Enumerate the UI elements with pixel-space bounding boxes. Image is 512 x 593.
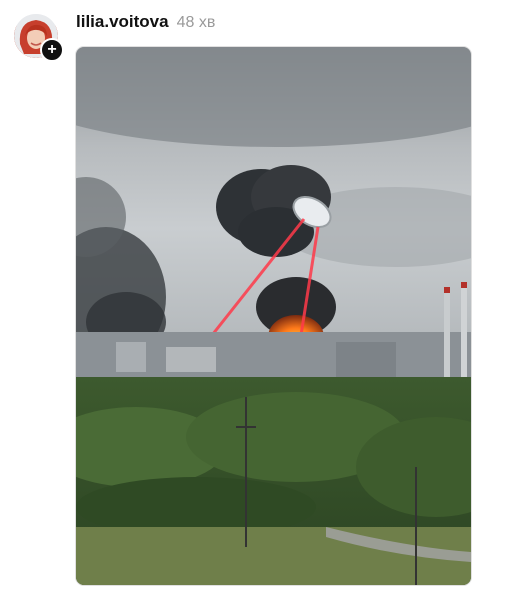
follow-button[interactable]: + [40, 38, 64, 62]
username[interactable]: lilia.voitova [76, 12, 169, 32]
plus-icon: + [47, 41, 57, 58]
post: + lilia.voitova 48 хв [0, 0, 512, 593]
post-photo[interactable] [75, 46, 472, 586]
avatar[interactable]: + [14, 14, 64, 62]
timestamp: 48 хв [176, 14, 216, 31]
post-header: lilia.voitova 48 хв [76, 12, 215, 32]
explosion-photo-image [76, 47, 471, 585]
